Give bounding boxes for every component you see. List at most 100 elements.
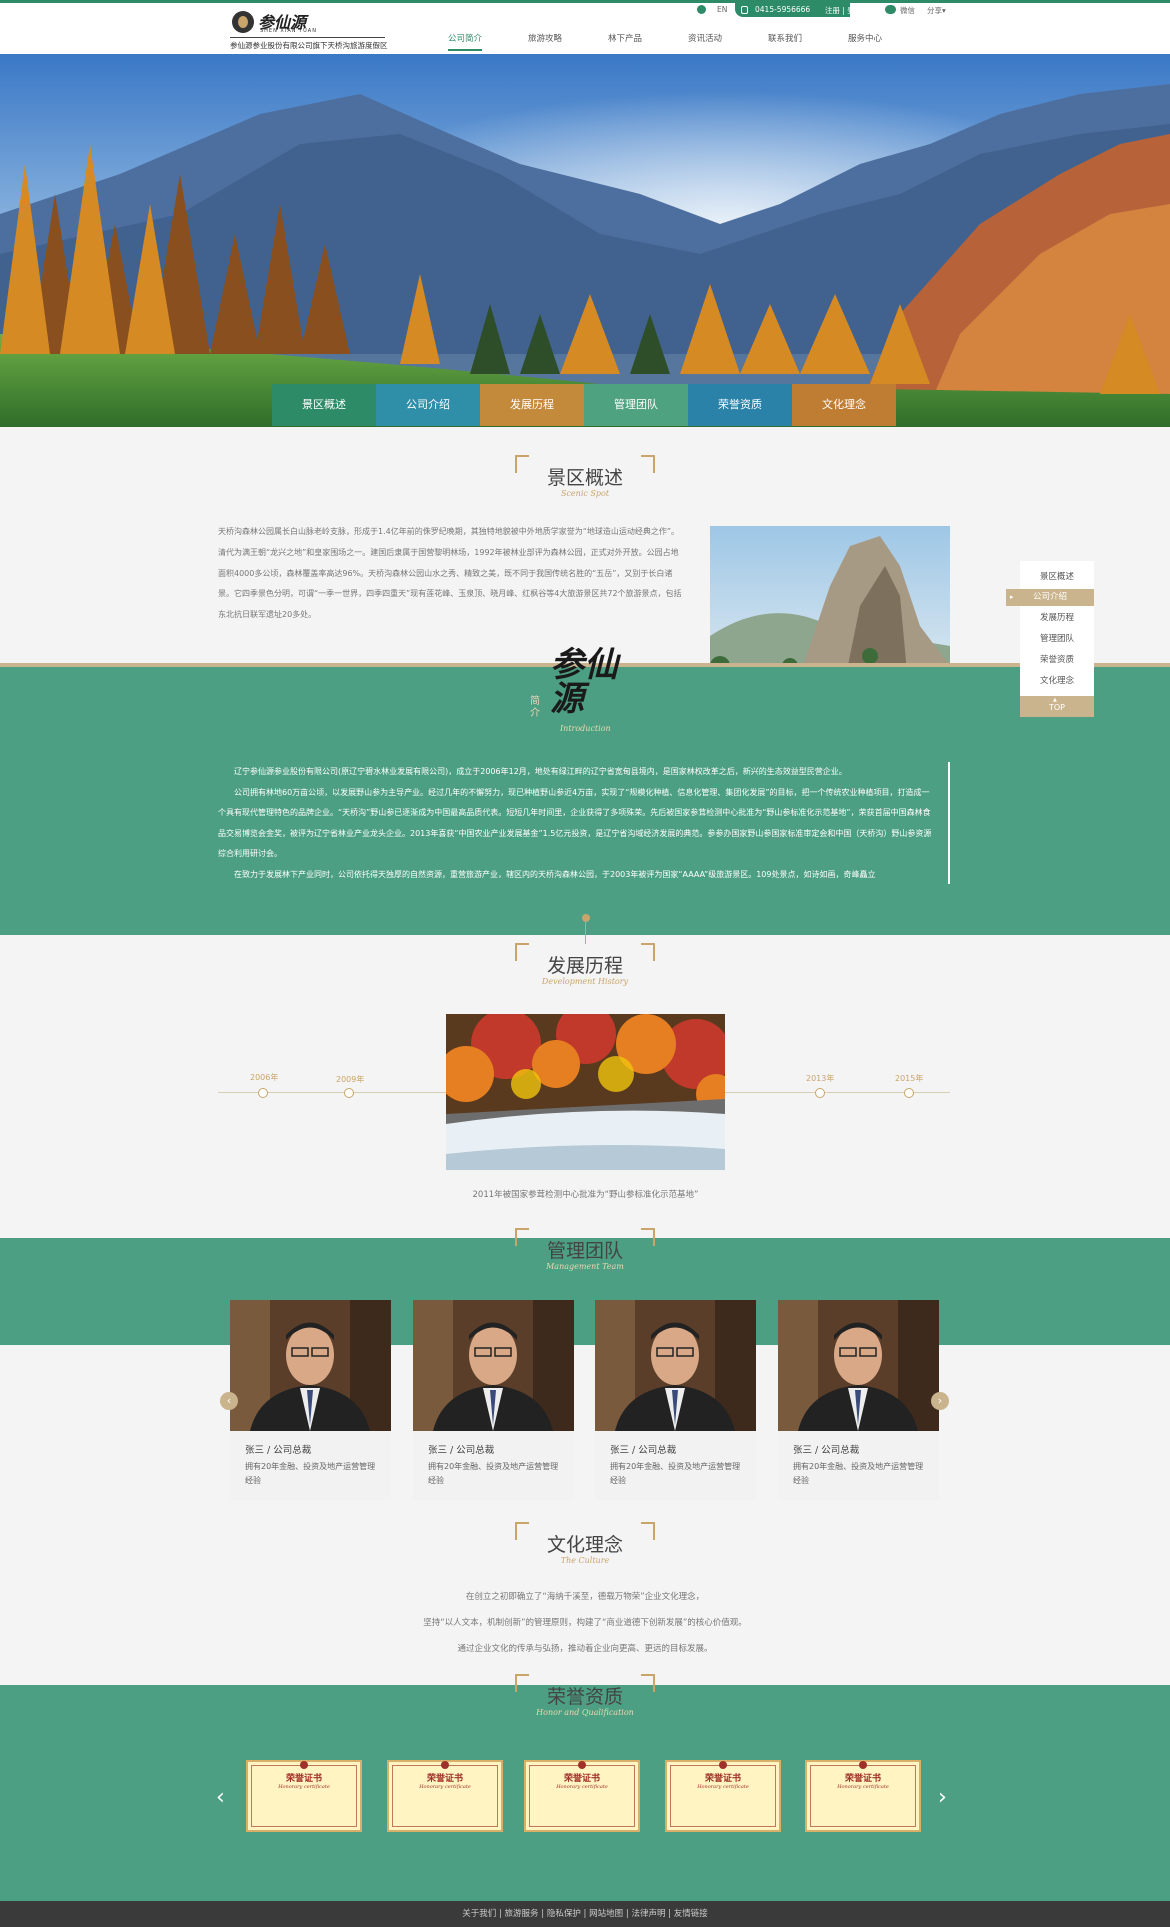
certificate-subtitle: Honorary certificate xyxy=(278,1784,330,1790)
login-link[interactable]: 登录 xyxy=(847,6,862,15)
team-section-title: 管理团队 Management Team xyxy=(515,1228,655,1280)
language-switch[interactable]: EN xyxy=(717,5,727,14)
intro-paragraph-1: 辽宁参仙源参业股份有限公司(原辽宁碧水林业发展有限公司)，成立于2006年12月… xyxy=(234,767,847,776)
timeline-year-2009[interactable]: 2009年 xyxy=(336,1074,364,1085)
certificate-subtitle: Honorary certificate xyxy=(697,1784,749,1790)
culture-subtitle: The Culture xyxy=(560,1556,610,1565)
certificate-emblem-icon xyxy=(859,1761,867,1769)
nav-item-service[interactable]: 服务中心 xyxy=(830,32,900,44)
tab-culture[interactable]: 文化理念 xyxy=(792,384,896,426)
intro-logo: 参仙源 简介 Introduction xyxy=(520,648,650,738)
side-item-scenic[interactable]: 景区概述 xyxy=(1020,569,1094,585)
wechat-link[interactable]: 微信 xyxy=(900,5,915,16)
intro-text: 辽宁参仙源参业股份有限公司(原辽宁碧水林业发展有限公司)，成立于2006年12月… xyxy=(218,762,935,886)
team-prev-arrow-icon[interactable]: ‹ xyxy=(220,1392,238,1410)
tab-team[interactable]: 管理团队 xyxy=(584,384,688,426)
side-item-honor[interactable]: 荣誉资质 xyxy=(1020,652,1094,668)
register-link[interactable]: 注册 xyxy=(825,6,840,15)
tab-company[interactable]: 公司介绍 xyxy=(376,384,480,426)
certificate-title: 荣誉证书 xyxy=(704,1774,741,1784)
intro-tag: 简介 xyxy=(530,696,540,719)
team-card[interactable]: 张三 / 公司总裁 拥有20年金融、投资及地产运营管理经验 xyxy=(413,1300,574,1500)
honor-section-title: 荣誉资质 Honor and Qualification xyxy=(515,1674,655,1726)
team-card[interactable]: 张三 / 公司总裁 拥有20年金融、投资及地产运营管理经验 xyxy=(595,1300,756,1500)
certificate-emblem-icon xyxy=(719,1761,727,1769)
auth-links: 注册 | 登录 xyxy=(825,6,863,15)
team-member-desc: 拥有20年金融、投资及地产运营管理经验 xyxy=(610,1462,741,1485)
side-item-culture[interactable]: 文化理念 xyxy=(1020,673,1094,689)
tab-history[interactable]: 发展历程 xyxy=(480,384,584,426)
side-item-company[interactable]: 公司介绍 xyxy=(1006,589,1094,606)
timeline-dot[interactable] xyxy=(815,1088,825,1098)
share-button[interactable]: 分享▾ xyxy=(927,5,946,16)
timeline-dot[interactable] xyxy=(258,1088,268,1098)
certificate-emblem-icon xyxy=(441,1761,449,1769)
nav-item-news[interactable]: 资讯活动 xyxy=(670,32,740,44)
nav-item-contact[interactable]: 联系我们 xyxy=(750,32,820,44)
logo-pinyin: SHEN XIAN YUAN xyxy=(260,28,317,34)
nav-item-travel[interactable]: 旅游攻略 xyxy=(510,32,580,44)
culture-section-title: 文化理念 The Culture xyxy=(515,1522,655,1574)
logo-subtitle: 参仙源参业股份有限公司旗下天桥沟旅游度假区 xyxy=(230,41,388,50)
timeline-connector xyxy=(585,920,586,944)
timeline-dot[interactable] xyxy=(904,1088,914,1098)
timeline-year-2013[interactable]: 2013年 xyxy=(806,1073,834,1084)
footer-link-privacy[interactable]: 隐私保护 xyxy=(547,1909,581,1919)
team-member-photo xyxy=(778,1300,939,1431)
history-section-title: 发展历程 Development History xyxy=(515,943,655,995)
back-to-top-button[interactable]: TOP xyxy=(1020,688,1094,717)
honor-next-arrow-icon[interactable]: › xyxy=(938,1785,947,1810)
footer-link-legal[interactable]: 法律声明 xyxy=(631,1909,665,1919)
footer-link-friends[interactable]: 友情链接 xyxy=(674,1909,708,1919)
history-subtitle: Development History xyxy=(541,977,629,986)
footer-link-about[interactable]: 关于我们 xyxy=(462,1909,496,1919)
culture-title: 文化理念 xyxy=(546,1534,623,1556)
footer-link-service[interactable]: 旅游服务 xyxy=(505,1909,539,1919)
timeline-year-2015[interactable]: 2015年 xyxy=(895,1073,923,1084)
history-caption: 2011年被国家参茸检测中心批准为“野山参标准化示范基地” xyxy=(472,1190,699,1200)
certificate-title: 荣誉证书 xyxy=(285,1774,322,1784)
history-title: 发展历程 xyxy=(546,955,623,977)
culture-text: 在创立之初即确立了“海纳千溪至，德载万物荣”企业文化理念， 坚持“以人文本，机制… xyxy=(300,1584,870,1662)
culture-line: 通过企业文化的传承与弘扬，推动着企业向更高、更远的目标发展。 xyxy=(457,1644,713,1654)
certificate-title: 荣誉证书 xyxy=(844,1774,881,1784)
certificate[interactable]: 荣誉证书 Honorary certificate xyxy=(246,1760,362,1832)
globe-icon xyxy=(697,5,706,14)
certificate-title: 荣誉证书 xyxy=(426,1774,463,1784)
intro-subtitle: Introduction xyxy=(560,724,611,733)
footer-link-sitemap[interactable]: 网站地图 xyxy=(589,1909,623,1919)
certificate[interactable]: 荣誉证书 Honorary certificate xyxy=(524,1760,640,1832)
certificate-emblem-icon xyxy=(300,1761,308,1769)
tab-honor[interactable]: 荣誉资质 xyxy=(688,384,792,426)
side-item-team[interactable]: 管理团队 xyxy=(1020,631,1094,647)
certificate[interactable]: 荣誉证书 Honorary certificate xyxy=(387,1760,503,1832)
honor-prev-arrow-icon[interactable]: ‹ xyxy=(216,1785,225,1810)
nav-item-company[interactable]: 公司简介 xyxy=(430,32,500,51)
team-card[interactable]: 张三 / 公司总裁 拥有20年金融、投资及地产运营管理经验 xyxy=(230,1300,391,1500)
culture-line: 在创立之初即确立了“海纳千溪至，德载万物荣”企业文化理念， xyxy=(465,1592,705,1602)
certificate[interactable]: 荣誉证书 Honorary certificate xyxy=(665,1760,781,1832)
team-member-name: 张三 / 公司总裁 xyxy=(793,1445,860,1456)
certificate-subtitle: Honorary certificate xyxy=(837,1784,889,1790)
phone-number: 0415-5956666 xyxy=(755,5,811,14)
certificate-emblem-icon xyxy=(578,1761,586,1769)
certificate[interactable]: 荣誉证书 Honorary certificate xyxy=(805,1760,921,1832)
scenic-title: 景区概述 xyxy=(546,467,623,489)
culture-line: 坚持“以人文本，机制创新”的管理原则，构建了“商业道德下创新发展”的核心价值观。 xyxy=(423,1618,747,1628)
certificate-title: 荣誉证书 xyxy=(563,1774,600,1784)
scenic-subtitle: Scenic Spot xyxy=(560,489,610,498)
team-member-photo xyxy=(413,1300,574,1431)
timeline-dot[interactable] xyxy=(344,1088,354,1098)
team-member-desc: 拥有20年金融、投资及地产运营管理经验 xyxy=(245,1462,376,1485)
team-next-arrow-icon[interactable]: › xyxy=(931,1392,949,1410)
wechat-icon[interactable] xyxy=(885,5,896,14)
intro-scrollbar[interactable] xyxy=(948,762,950,884)
side-item-history[interactable]: 发展历程 xyxy=(1020,610,1094,626)
timeline-year-2006[interactable]: 2006年 xyxy=(250,1072,278,1083)
team-card[interactable]: 张三 / 公司总裁 拥有20年金融、投资及地产运营管理经验 xyxy=(778,1300,939,1500)
intro-paragraph-3: 在致力于发展林下产业同时，公司依托得天独厚的自然资源，重营旅游产业，辖区内的天桥… xyxy=(234,869,876,879)
nav-item-products[interactable]: 林下产品 xyxy=(590,32,660,44)
logo[interactable]: 参仙源 SHEN XIAN YUAN 参仙源参业股份有限公司旗下天桥沟旅游度假区 xyxy=(230,7,390,51)
hero-banner xyxy=(0,54,1170,427)
tab-scenic[interactable]: 景区概述 xyxy=(272,384,376,426)
